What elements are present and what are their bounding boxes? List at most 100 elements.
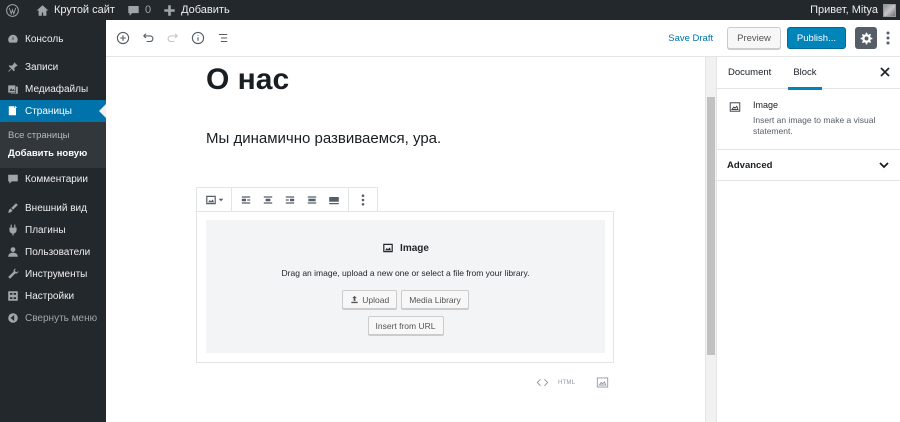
comments-link[interactable]: 0 [121,0,157,20]
sidebar-item-posts[interactable]: Записи [0,56,106,78]
preview-button[interactable]: Preview [727,27,781,49]
comment-bubble-icon [128,5,139,16]
align-full-button[interactable] [323,189,345,211]
greeting: Привет, Mitya [810,4,878,16]
vertical-ellipsis-icon [886,31,890,45]
sidebar-item-dashboard[interactable]: Консоль [0,28,106,50]
advanced-panel-toggle[interactable]: Advanced [717,150,900,181]
add-block-button[interactable] [111,26,135,50]
add-new-link[interactable]: Добавить [157,0,236,20]
canvas-scrollbar[interactable] [705,57,716,422]
insert-html-block-button[interactable]: HTML [558,380,575,386]
tools-icon [8,268,19,279]
sidebar-item-settings[interactable]: Настройки [0,285,106,307]
dashboard-icon [8,34,18,43]
sidebar-item-label: Инструменты [25,268,88,280]
comments-count: 0 [144,4,152,16]
post-title[interactable]: О нас [206,63,289,97]
sidebar-item-users[interactable]: Пользователи [0,241,106,263]
undo-icon [143,33,154,43]
insert-from-url-button[interactable]: Insert from URL [367,316,444,335]
image-placeholder-label: Image [206,242,605,254]
block-navigation-button[interactable] [211,26,235,50]
sidebar-item-label: Записи [25,61,59,73]
content-info-button[interactable] [186,26,210,50]
redo-button[interactable] [161,26,185,50]
block-more-options-button[interactable] [352,189,374,211]
sidebar-item-media[interactable]: Медиафайлы [0,78,106,100]
block-switcher-button[interactable] [200,189,228,211]
sidebar-item-tools[interactable]: Инструменты [0,263,106,285]
media-library-button[interactable]: Media Library [401,290,469,309]
block-toolbar [196,187,378,212]
sidebar-item-label: Медиафайлы [25,83,89,95]
undo-button[interactable] [136,26,160,50]
scrollbar-thumb[interactable] [707,97,715,355]
submenu-all-pages[interactable]: Все страницы [0,126,106,144]
image-icon [383,243,393,253]
plus-icon [164,4,175,16]
appearance-icon [8,203,18,213]
sidebar-item-pages[interactable]: Страницы [0,100,106,122]
insert-image-block-button[interactable] [596,376,609,389]
align-right-button[interactable] [279,189,301,211]
site-name-link[interactable]: Крутой сайт [30,0,121,20]
sidebar-item-label: Страницы [25,105,72,117]
pin-icon [8,62,18,72]
align-wide-icon [307,195,317,204]
align-center-icon [263,195,273,204]
publish-button[interactable]: Publish... [786,27,846,49]
align-left-button[interactable] [235,189,257,211]
paragraph-block[interactable]: Мы динамично развиваемся, ура. [206,130,441,147]
info-icon [191,31,205,45]
wordpress-logo[interactable] [0,0,30,20]
editor-header-toolbar: Save Draft Preview Publish... [106,20,900,57]
submenu-add-new[interactable]: Добавить новую [0,144,106,162]
align-left-icon [241,195,251,204]
sidebar-item-label: Пользователи [25,246,91,258]
media-icon [8,85,18,94]
sidebar-item-plugins[interactable]: Плагины [0,219,106,241]
settings-toggle-button[interactable] [855,27,877,49]
upload-button[interactable]: Upload [342,290,398,309]
pages-submenu: Все страницы Добавить новую [0,122,106,168]
settings-tabs: Document Block [717,57,900,90]
image-block[interactable]: Image Drag an image, upload a new one or… [196,211,614,363]
align-wide-button[interactable] [301,189,323,211]
upload-icon [351,295,358,304]
more-menu-button[interactable] [882,27,894,49]
save-draft-button[interactable]: Save Draft [668,33,713,44]
insert-code-block-button[interactable] [536,376,549,389]
tab-document[interactable]: Document [717,57,782,89]
image-icon [596,377,609,388]
sidebar-item-appearance[interactable]: Внешний вид [0,197,106,219]
sidebar-item-label: Внешний вид [25,202,87,214]
editor-canvas: О нас Мы динамично развиваемся, ура. Ima… [106,57,705,422]
code-icon [536,378,549,387]
align-center-button[interactable] [257,189,279,211]
block-card: Image Insert an image to make a visual s… [717,89,900,150]
sidebar-item-comments[interactable]: Комментарии [0,168,106,190]
close-sidebar-button[interactable] [879,66,891,78]
plugins-icon [9,224,17,236]
image-placeholder: Image Drag an image, upload a new one or… [206,220,605,353]
chevron-down-icon [879,162,889,169]
caret-down-icon [218,198,223,201]
inserter-shortcuts: HTML [536,376,609,389]
advanced-panel-label: Advanced [727,159,773,171]
tab-block[interactable]: Block [782,57,827,90]
collapse-menu-button[interactable]: Свернуть меню [0,307,106,329]
my-account[interactable]: Привет, Mitya [810,3,900,17]
admin-sidebar: Консоль Записи Медиафайлы Страницы Все с… [0,20,106,422]
block-card-description: Insert an image to make a visual stateme… [753,115,876,137]
redo-icon [167,33,178,43]
site-name: Крутой сайт [54,4,115,16]
sidebar-item-label: Комментарии [25,173,88,185]
plus-circle-icon [116,31,130,45]
avatar [883,3,896,17]
users-icon [8,247,18,257]
admin-bar: Крутой сайт 0 Добавить Привет, Mitya [0,0,900,20]
comments-icon [8,174,18,184]
sidebar-item-label: Плагины [25,224,66,236]
sidebar-item-label: Консоль [25,33,64,45]
